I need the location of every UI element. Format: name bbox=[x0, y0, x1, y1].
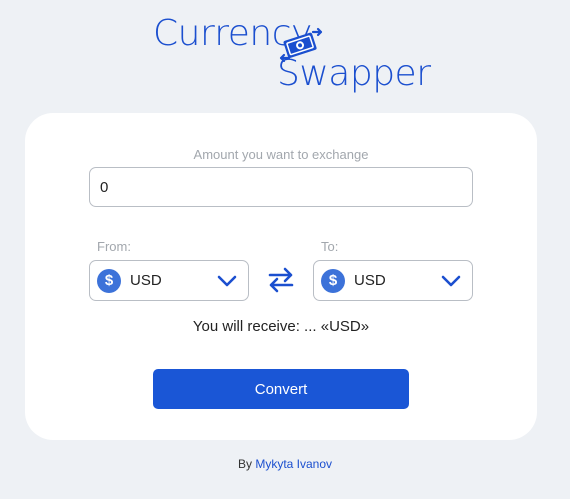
money-swap-icon bbox=[279, 27, 323, 63]
footer-prefix: By bbox=[237, 457, 252, 471]
swap-arrows-icon[interactable] bbox=[267, 266, 295, 294]
receive-result: You will receive: ... «USD» bbox=[192, 318, 370, 335]
convert-button[interactable]: Convert bbox=[153, 369, 409, 409]
dollar-coin-icon: $ bbox=[97, 269, 121, 293]
converter-card: Amount you want to exchange From: To: $ … bbox=[25, 113, 537, 440]
chevron-down-icon bbox=[217, 275, 237, 287]
footer: By Mykyta Ivanov bbox=[0, 457, 570, 471]
to-currency-code: USD bbox=[354, 272, 386, 289]
from-currency-code: USD bbox=[130, 272, 162, 289]
author-link[interactable]: Mykyta Ivanov bbox=[255, 457, 332, 471]
to-currency-select[interactable]: $ USD bbox=[313, 260, 473, 301]
app-logo: Currency Swapper bbox=[153, 10, 431, 94]
amount-input[interactable] bbox=[89, 167, 473, 207]
to-label: To: bbox=[321, 239, 339, 254]
chevron-down-icon bbox=[441, 275, 461, 287]
amount-label: Amount you want to exchange bbox=[193, 147, 369, 162]
dollar-coin-icon: $ bbox=[321, 269, 345, 293]
from-currency-select[interactable]: $ USD bbox=[89, 260, 249, 301]
from-label: From: bbox=[97, 239, 131, 254]
